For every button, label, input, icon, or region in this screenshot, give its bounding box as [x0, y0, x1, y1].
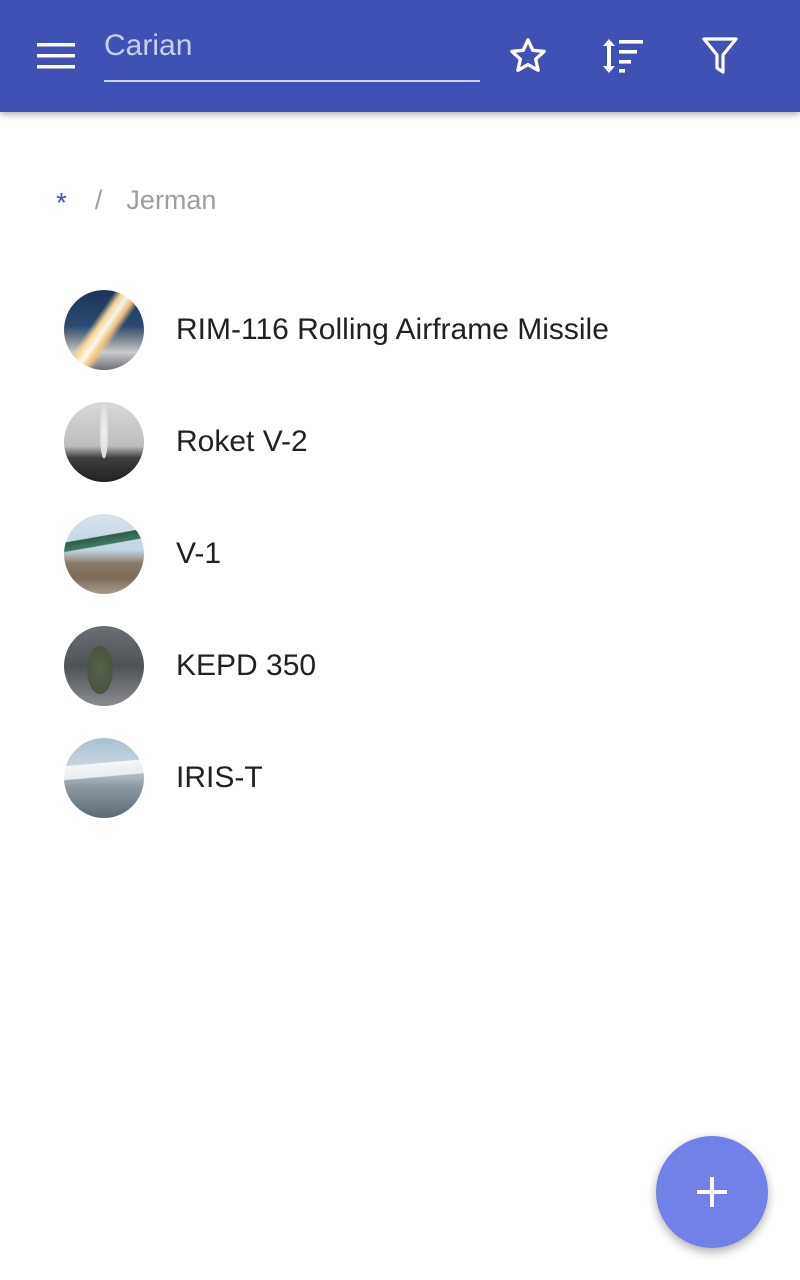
breadcrumb-current: Jerman [126, 184, 217, 215]
menu-button[interactable] [28, 28, 84, 84]
star-icon [510, 38, 546, 72]
avatar [64, 402, 144, 482]
breadcrumb: * / Jerman [56, 180, 216, 220]
filter-icon [702, 37, 738, 74]
add-button[interactable] [656, 1136, 768, 1248]
plus-icon [697, 1177, 727, 1207]
item-list: RIM-116 Rolling Airframe Missile Roket V… [0, 274, 800, 834]
list-item-label: V-1 [176, 537, 222, 570]
list-item-label: IRIS-T [176, 761, 263, 794]
search-field [104, 22, 480, 82]
list-item[interactable]: KEPD 350 [0, 610, 800, 722]
favorites-button[interactable] [500, 28, 556, 84]
list-item[interactable]: Roket V-2 [0, 386, 800, 498]
breadcrumb-root[interactable]: * [56, 181, 67, 219]
sort-button[interactable] [595, 28, 651, 84]
list-item-label: RIM-116 Rolling Airframe Missile [176, 313, 609, 346]
list-item-label: KEPD 350 [176, 649, 317, 682]
menu-icon [37, 43, 75, 69]
app-root: * / Jerman RIM-116 Rolling Airframe Miss… [0, 0, 800, 1280]
top-app-bar [0, 0, 800, 112]
list-item-label: Roket V-2 [176, 425, 308, 458]
list-item[interactable]: RIM-116 Rolling Airframe Missile [0, 274, 800, 386]
sort-icon [603, 39, 643, 73]
avatar [64, 738, 144, 818]
avatar [64, 626, 144, 706]
list-item[interactable]: V-1 [0, 498, 800, 610]
avatar [64, 290, 144, 370]
list-item[interactable]: IRIS-T [0, 722, 800, 834]
breadcrumb-separator: / [94, 184, 103, 215]
avatar [64, 514, 144, 594]
filter-button[interactable] [692, 28, 748, 84]
search-input[interactable] [104, 22, 480, 80]
